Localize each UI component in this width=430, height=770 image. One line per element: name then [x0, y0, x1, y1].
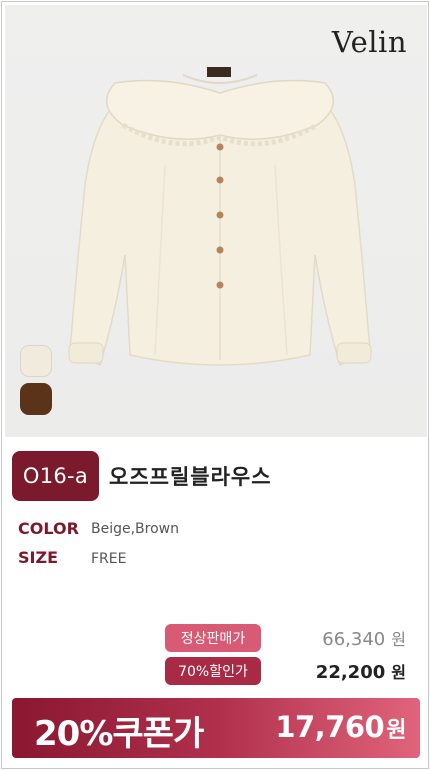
blouse-illustration: [68, 67, 372, 367]
discount-price: 22,200 원: [316, 659, 406, 683]
discount-price-currency: 원: [391, 663, 406, 682]
swatch-brown[interactable]: [20, 383, 52, 415]
coupon-price-currency: 원: [386, 718, 406, 743]
product-code-badge: O16-a: [12, 451, 99, 501]
swatch-beige[interactable]: [20, 345, 52, 377]
coupon-price: 17,760원: [275, 710, 406, 744]
product-image[interactable]: Velin: [5, 5, 427, 437]
regular-price-value: 66,340: [322, 629, 386, 650]
discount-price-badge: 70%할인가: [165, 657, 261, 685]
regular-price-badge: 정상판매가: [165, 624, 261, 652]
brand-logo: Velin: [331, 25, 407, 59]
product-name[interactable]: 오즈프릴블라우스: [109, 461, 272, 491]
regular-price: 66,340 원: [322, 626, 406, 650]
product-card[interactable]: Velin O16-a 오즈프릴블라우스 COLOR Beige,Brown S…: [1, 1, 429, 769]
color-label: COLOR: [18, 519, 79, 538]
coupon-price-bar[interactable]: 20%쿠폰가 17,760원: [12, 698, 420, 758]
size-label: SIZE: [18, 548, 59, 567]
discount-price-value: 22,200: [315, 662, 386, 683]
regular-price-currency: 원: [391, 630, 406, 649]
color-value: Beige,Brown: [91, 521, 179, 537]
size-value: FREE: [91, 551, 127, 567]
coupon-label: 20%쿠폰가: [34, 714, 204, 754]
coupon-price-value: 17,760: [275, 710, 385, 744]
